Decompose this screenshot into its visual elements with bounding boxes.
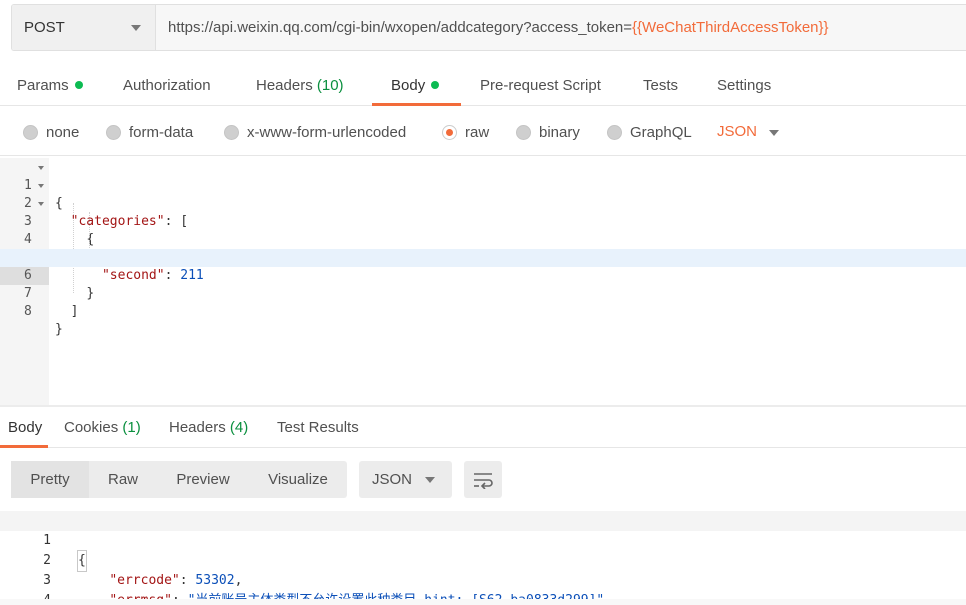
- code-line: 3 {: [0, 195, 966, 247]
- status-dot-icon: [74, 81, 83, 89]
- code-line: 2 "categories": [: [0, 177, 966, 229]
- tab-count: (1): [122, 419, 141, 436]
- method-select[interactable]: POST: [12, 5, 156, 50]
- response-line: 3 "errmsg": "当前账号主体类型不允许设置此种类目 hint: [S6…: [0, 551, 966, 605]
- radio-label: GraphQL: [630, 123, 692, 141]
- tab-settings[interactable]: Settings: [717, 66, 771, 106]
- chevron-down-icon: [425, 477, 435, 483]
- radio-selected-icon: [442, 124, 457, 140]
- code-line: 8 }: [0, 285, 966, 337]
- radio-circle-icon: [106, 124, 121, 140]
- tab-authorization[interactable]: Authorization: [123, 66, 211, 106]
- radio-circle-icon: [516, 124, 531, 140]
- code-line: 4 "first": 210,: [0, 213, 966, 265]
- format-label: JSON: [372, 471, 413, 488]
- horizontal-scrollbar[interactable]: [0, 599, 966, 605]
- tab-label: Pre-request Script: [480, 77, 601, 94]
- tab-body[interactable]: Body: [372, 66, 461, 106]
- radio-circle-icon: [23, 124, 38, 140]
- response-tabs: Body Cookies (1) Headers (4) Test Result…: [0, 407, 966, 448]
- url-input[interactable]: https://api.weixin.qq.com/cgi-bin/wxopen…: [156, 5, 966, 50]
- request-body-editor[interactable]: 1 { 2 "categories": [ 3 { 4 "first": 210…: [0, 158, 966, 406]
- tab-label: Tests: [643, 77, 679, 94]
- wrap-lines-icon: [474, 472, 493, 489]
- tab-label: Body: [8, 419, 43, 436]
- response-line: 2 "errcode": 53302,: [0, 531, 966, 588]
- view-mode-switcher: Pretty Raw Preview Visualize: [11, 461, 347, 498]
- language-select[interactable]: JSON: [717, 124, 757, 140]
- radio-circle-icon: [607, 124, 622, 140]
- status-dot-icon: [431, 81, 440, 89]
- request-tabs: Params Authorization Headers (10) Body P…: [0, 66, 966, 106]
- mode-raw[interactable]: Raw: [89, 461, 157, 498]
- response-line: 1 {: [0, 511, 966, 572]
- radio-graphql[interactable]: GraphQL: [607, 123, 692, 141]
- radio-raw[interactable]: raw: [442, 123, 490, 141]
- fold-arrow-icon[interactable]: [38, 202, 44, 206]
- radio-label: x-www-form-urlencoded: [247, 123, 407, 141]
- radio-circle-icon: [224, 124, 239, 140]
- tab-params[interactable]: Params: [17, 66, 83, 106]
- tab-cookies[interactable]: Cookies (1): [64, 407, 141, 448]
- wrap-lines-button[interactable]: [464, 461, 502, 498]
- code-line-active: 6 }: [0, 249, 966, 301]
- fold-arrow-icon[interactable]: [38, 166, 44, 170]
- tab-label: Settings: [717, 77, 772, 94]
- response-line: 4 }: [0, 571, 966, 605]
- tab-label: Cookies: [64, 419, 119, 436]
- code-line: 5 "second": 211: [0, 231, 966, 283]
- code-text: ]: [55, 303, 79, 321]
- mode-visualize[interactable]: Visualize: [249, 461, 347, 498]
- line-number: 8: [24, 304, 32, 319]
- radio-none[interactable]: none: [23, 123, 80, 141]
- code-token: ]: [70, 304, 79, 319]
- fold-arrow-icon[interactable]: [38, 184, 44, 188]
- method-label: POST: [24, 19, 65, 36]
- request-url-bar: POST https://api.weixin.qq.com/cgi-bin/w…: [11, 4, 966, 51]
- format-select[interactable]: JSON: [359, 461, 452, 498]
- tab-label: Authorization: [123, 77, 211, 94]
- chevron-down-icon: [131, 25, 141, 31]
- body-type-selector: none form-data x-www-form-urlencoded raw…: [0, 108, 966, 156]
- tab-count: (10): [316, 77, 344, 94]
- code-line: 1 {: [0, 159, 966, 211]
- tab-response-headers[interactable]: Headers (4): [169, 407, 248, 448]
- radio-label: raw: [465, 123, 490, 141]
- code-text: }: [55, 321, 63, 339]
- tab-label: Body: [391, 77, 426, 94]
- tab-test-results[interactable]: Test Results: [277, 407, 359, 448]
- tab-pre-request-script[interactable]: Pre-request Script: [480, 66, 601, 106]
- tab-tests[interactable]: Tests: [643, 66, 678, 106]
- tab-label: Headers: [256, 77, 313, 94]
- radio-label: binary: [539, 123, 580, 141]
- code-token: }: [55, 322, 63, 337]
- chevron-down-icon[interactable]: [769, 130, 779, 136]
- url-text: https://api.weixin.qq.com/cgi-bin/wxopen…: [168, 19, 633, 36]
- mode-preview[interactable]: Preview: [157, 461, 249, 498]
- radio-x-www-form-urlencoded[interactable]: x-www-form-urlencoded: [224, 123, 407, 141]
- radio-binary[interactable]: binary: [516, 123, 580, 141]
- code-line: 7 ]: [0, 267, 966, 319]
- url-variable: {{WeChatThirdAccessToken}}: [632, 19, 829, 36]
- radio-label: none: [46, 123, 80, 141]
- radio-label: form-data: [129, 123, 194, 141]
- tab-headers[interactable]: Headers (10): [256, 66, 344, 106]
- tab-response-body[interactable]: Body: [0, 407, 48, 448]
- mode-pretty[interactable]: Pretty: [11, 461, 89, 498]
- tab-count: (4): [229, 419, 249, 436]
- radio-form-data[interactable]: form-data: [106, 123, 194, 141]
- tab-label: Headers: [169, 419, 226, 436]
- tab-label: Params: [17, 77, 69, 94]
- tab-label: Test Results: [277, 419, 359, 436]
